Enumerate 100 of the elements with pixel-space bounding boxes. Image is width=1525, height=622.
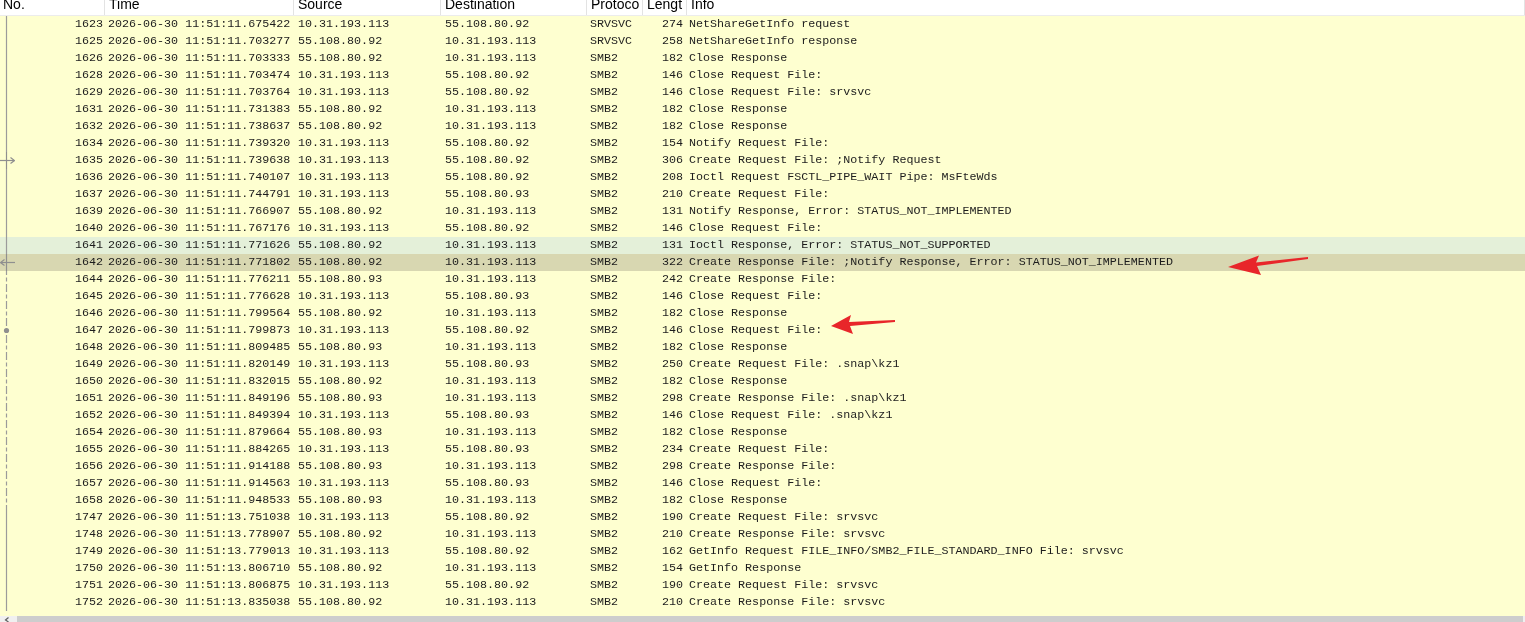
packet-row[interactable]: 1641 2026-06-30 11:51:11.771626 55.108.80.92 10.31.193.113 SMB2 131 Ioctl Response, Error: STATUS_NOT_SUPPORTED <box>0 237 1525 254</box>
packet-length: 154 <box>660 560 684 577</box>
packet-number: 1634 <box>74 135 103 152</box>
timestamp: 2026-06-30 11:51:11.767176 <box>107 220 292 237</box>
timestamp: 2026-06-30 11:51:13.779013 <box>107 543 292 560</box>
info-text: Ioctl Response, Error: STATUS_NOT_SUPPORTED <box>689 237 991 254</box>
packet-length: 182 <box>660 424 684 441</box>
timestamp: 2026-06-30 11:51:11.884265 <box>107 441 292 458</box>
info-text: Close Response <box>689 424 788 441</box>
info-text: Create Response File: <box>689 458 837 475</box>
protocol-label: SMB2 <box>589 169 620 186</box>
packet-number: 1747 <box>74 509 103 526</box>
source-address: 10.31.193.113 <box>297 322 391 339</box>
protocol-label: SMB2 <box>589 50 620 67</box>
packet-number: 1637 <box>74 186 103 203</box>
timestamp: 2026-06-30 11:51:11.776211 <box>107 271 292 288</box>
packet-length: 182 <box>660 118 684 135</box>
destination-address: 55.108.80.93 <box>444 356 531 373</box>
source-address: 10.31.193.113 <box>297 220 391 237</box>
source-address: 55.108.80.93 <box>297 390 384 407</box>
column-header[interactable]: Protoco <box>587 0 643 15</box>
info-text: Ioctl Request FSCTL_PIPE_WAIT Pipe: MsFteWds <box>689 169 998 186</box>
packet-length: 146 <box>660 288 684 305</box>
info-text: Notify Request File: <box>689 135 830 152</box>
destination-address: 55.108.80.93 <box>444 407 531 424</box>
packet-row[interactable]: 1642 2026-06-30 11:51:11.771802 55.108.80.92 10.31.193.113 SMB2 322 Create Response File: ;Notify Response, Error: STATUS_NOT_IMPLEMENTED <box>0 254 1525 271</box>
source-address: 10.31.193.113 <box>297 186 391 203</box>
protocol-label: SMB2 <box>589 390 620 407</box>
source-address: 10.31.193.113 <box>297 67 391 84</box>
destination-address: 55.108.80.92 <box>444 67 531 84</box>
timestamp: 2026-06-30 11:51:11.703474 <box>107 67 292 84</box>
source-address: 55.108.80.92 <box>297 305 384 322</box>
protocol-label: SMB2 <box>589 356 620 373</box>
packet-number: 1625 <box>74 33 103 50</box>
protocol-label: SMB2 <box>589 101 620 118</box>
packet-number: 1651 <box>74 390 103 407</box>
info-text: Create Response File: .snap\kz1 <box>689 390 907 407</box>
source-address: 55.108.80.92 <box>297 560 384 577</box>
packet-number: 1644 <box>74 271 103 288</box>
info-text: Close Response <box>689 118 788 135</box>
destination-address: 10.31.193.113 <box>444 373 538 390</box>
protocol-label: SMB2 <box>589 271 620 288</box>
protocol-label: SMB2 <box>589 322 620 339</box>
timestamp: 2026-06-30 11:51:11.799564 <box>107 305 292 322</box>
timestamp: 2026-06-30 11:51:13.751038 <box>107 509 292 526</box>
timestamp: 2026-06-30 11:51:11.771802 <box>107 254 292 271</box>
packet-length: 146 <box>660 407 684 424</box>
destination-address: 55.108.80.93 <box>444 441 531 458</box>
packet-length: 182 <box>660 492 684 509</box>
destination-address: 55.108.80.92 <box>444 577 531 594</box>
packet-length: 146 <box>660 84 684 101</box>
protocol-label: SMB2 <box>589 254 620 271</box>
destination-address: 10.31.193.113 <box>444 33 538 50</box>
source-address: 55.108.80.92 <box>297 118 384 135</box>
info-text: Create Response File: srvsvc <box>689 594 886 611</box>
info-text: GetInfo Request FILE_INFO/SMB2_FILE_STANDARD_INFO File: srvsvc <box>689 543 1124 560</box>
protocol-label: SMB2 <box>589 594 620 611</box>
protocol-label: SMB2 <box>589 424 620 441</box>
column-header[interactable]: Source <box>294 0 441 15</box>
info-text: Create Response File: ;Notify Response, Error: STATUS_NOT_IMPLEMENTED <box>689 254 1173 271</box>
source-address: 10.31.193.113 <box>297 152 391 169</box>
timestamp: 2026-06-30 11:51:11.771626 <box>107 237 292 254</box>
protocol-label: SMB2 <box>589 237 620 254</box>
column-header[interactable]: Lengt <box>643 0 687 15</box>
timestamp: 2026-06-30 11:51:13.778907 <box>107 526 292 543</box>
packet-length: 258 <box>660 33 684 50</box>
packet-number: 1648 <box>74 339 103 356</box>
packet-length: 242 <box>660 271 684 288</box>
packet-length: 146 <box>660 475 684 492</box>
packet-length: 146 <box>660 322 684 339</box>
source-address: 10.31.193.113 <box>297 356 391 373</box>
protocol-label: SMB2 <box>589 339 620 356</box>
protocol-label: SMB2 <box>589 288 620 305</box>
timestamp: 2026-06-30 11:51:13.835038 <box>107 594 292 611</box>
packet-number: 1628 <box>74 67 103 84</box>
scroll-left-icon[interactable] <box>4 617 10 622</box>
protocol-label: SMB2 <box>589 543 620 560</box>
packet-length: 234 <box>660 441 684 458</box>
info-text: Create Request File: <box>689 186 830 203</box>
source-address: 55.108.80.93 <box>297 458 384 475</box>
packet-length: 306 <box>660 152 684 169</box>
info-text: Close Response <box>689 339 788 356</box>
source-address: 10.31.193.113 <box>297 475 391 492</box>
source-address: 55.108.80.92 <box>297 526 384 543</box>
source-address: 10.31.193.113 <box>297 441 391 458</box>
packet-number: 1629 <box>74 84 103 101</box>
info-text: Close Request File: <box>689 220 823 237</box>
destination-address: 55.108.80.92 <box>444 220 531 237</box>
packet-length: 182 <box>660 305 684 322</box>
info-text: Create Request File: srvsvc <box>689 509 879 526</box>
column-header[interactable]: No. <box>0 0 105 15</box>
timestamp: 2026-06-30 11:51:11.703764 <box>107 84 292 101</box>
packet-length: 250 <box>660 356 684 373</box>
destination-address: 55.108.80.92 <box>444 84 531 101</box>
packet-number: 1656 <box>74 458 103 475</box>
protocol-label: SMB2 <box>589 152 620 169</box>
destination-address: 10.31.193.113 <box>444 101 538 118</box>
source-address: 10.31.193.113 <box>297 509 391 526</box>
destination-address: 55.108.80.93 <box>444 186 531 203</box>
timestamp: 2026-06-30 11:51:11.740107 <box>107 169 292 186</box>
